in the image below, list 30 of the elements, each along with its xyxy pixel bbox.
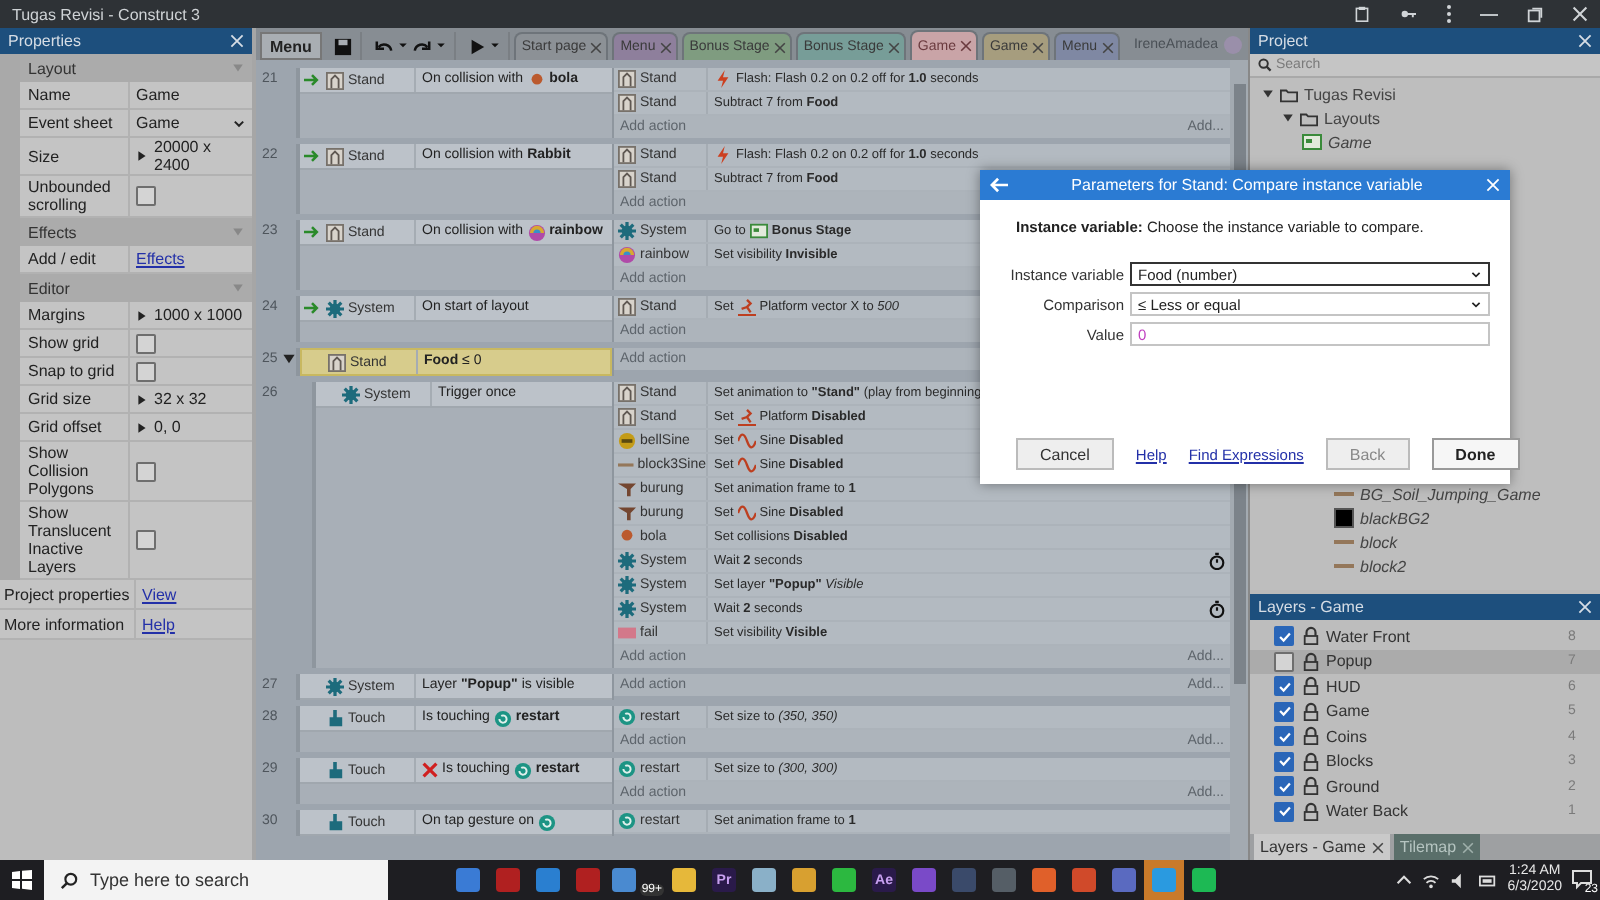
section-title: Layout (28, 59, 77, 77)
layer-name: Water Front (1326, 627, 1412, 646)
layer-name: HUD (1326, 677, 1363, 696)
property-label: Unbounded scrolling (20, 176, 130, 216)
layer-name: Game (1326, 702, 1372, 721)
layer-name: Coins (1326, 727, 1369, 746)
property-label: Name (20, 82, 130, 108)
panel-title: Properties (8, 32, 81, 50)
section-title: Effects (28, 223, 77, 241)
layer-name: Blocks (1326, 752, 1376, 771)
layer-name: Water Back (1326, 802, 1411, 821)
property-label: More information (0, 610, 136, 638)
property-label: Add / edit (20, 246, 130, 272)
property-label: Show Collision Polygons (20, 442, 130, 500)
dialog-title: Parameters for Stand: Compare instance variable (1069, 176, 1425, 194)
property-label: Show grid (20, 330, 130, 356)
layer-name: Ground (1326, 777, 1382, 796)
panel-title: Project (1258, 32, 1308, 50)
section-title: Editor (28, 279, 70, 297)
layer-name: Popup (1326, 652, 1375, 671)
property-label: Margins (20, 302, 130, 328)
property-label: Grid size (20, 386, 130, 412)
property-label: Project properties (0, 580, 136, 608)
property-label: Show Translucent Inactive Layers (20, 502, 130, 578)
property-label: Grid offset (20, 414, 130, 440)
property-label: Event sheet (20, 110, 130, 136)
property-label: Snap to grid (20, 358, 130, 384)
panel-title: Layers - Game (1258, 598, 1364, 616)
property-label: Size (20, 138, 130, 174)
window-title: Tugas Revisi - Construct 3 (12, 5, 200, 23)
